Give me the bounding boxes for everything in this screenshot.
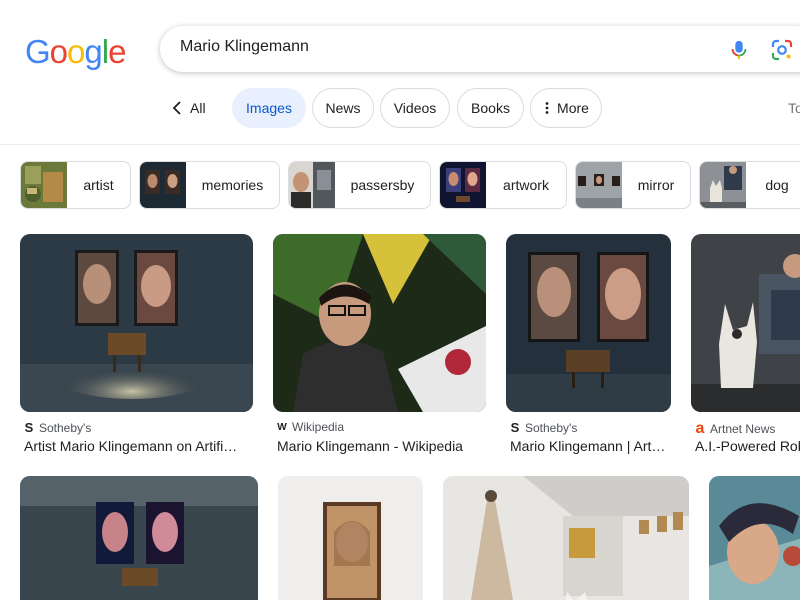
result-source[interactable]: a Artnet News <box>695 420 776 438</box>
refine-chip-artist[interactable]: artist <box>20 161 131 209</box>
thumbnail-artwork <box>440 162 486 208</box>
result-source[interactable]: W Wikipedia <box>277 420 344 434</box>
thumbnail-memories <box>140 162 186 208</box>
logo-letter: e <box>108 33 126 70</box>
tab-news[interactable]: News <box>312 88 374 128</box>
image-result[interactable]: a Artnet News A.I.-Powered Rob <box>691 234 800 464</box>
sothebys-favicon: S <box>510 420 520 435</box>
result-image[interactable] <box>273 234 486 412</box>
header-divider <box>0 144 800 145</box>
image-result[interactable] <box>443 476 689 600</box>
tab-all[interactable]: All <box>172 88 206 128</box>
result-title[interactable]: Artist Mario Klingemann on Artifi… <box>24 438 253 454</box>
source-name: Artnet News <box>710 422 776 436</box>
logo-letter: G <box>25 33 51 70</box>
image-result[interactable] <box>278 476 423 600</box>
result-image[interactable] <box>20 234 253 412</box>
source-name: Sotheby's <box>525 420 578 435</box>
wikipedia-favicon: W <box>277 421 287 433</box>
tab-images[interactable]: Images <box>232 88 306 128</box>
logo-letter: o <box>49 33 68 70</box>
tab-more-label: More <box>557 100 589 116</box>
refine-chip-dog[interactable]: dog <box>699 161 800 209</box>
chevron-left-icon <box>172 101 181 115</box>
tab-more[interactable]: More <box>530 88 602 128</box>
camera-search-icon[interactable] <box>770 38 794 62</box>
result-image[interactable] <box>506 234 671 412</box>
refine-chip-label: memories <box>201 177 264 193</box>
refine-chip-passersby[interactable]: passersby <box>288 161 431 209</box>
result-image[interactable] <box>278 476 423 600</box>
result-image[interactable] <box>443 476 689 600</box>
more-vert-icon <box>545 102 549 114</box>
refine-chip-mirror[interactable]: mirror <box>575 161 691 209</box>
refine-chip-label: artist <box>83 177 114 193</box>
tools-button[interactable]: To <box>788 100 800 116</box>
result-title[interactable]: Mario Klingemann | Art… <box>510 438 671 454</box>
refine-chip-label: passersby <box>350 177 415 193</box>
refine-chip-label: artwork <box>503 177 549 193</box>
thumbnail-dog <box>700 162 746 208</box>
image-result[interactable] <box>709 476 800 600</box>
tab-books[interactable]: Books <box>457 88 524 128</box>
search-tabs: All Images News Videos Books More To <box>0 88 800 128</box>
sothebys-favicon: S <box>24 420 34 435</box>
tab-videos[interactable]: Videos <box>380 88 450 128</box>
thumbnail-passersby <box>289 162 335 208</box>
search-input[interactable] <box>180 38 700 56</box>
google-logo[interactable]: Google <box>25 33 126 71</box>
result-title[interactable]: A.I.-Powered Rob <box>695 438 800 454</box>
tab-videos-label: Videos <box>393 100 437 116</box>
result-title[interactable]: Mario Klingemann - Wikipedia <box>277 438 486 454</box>
image-result[interactable]: W Wikipedia Mario Klingemann - Wikipedia <box>273 234 486 464</box>
tab-books-label: Books <box>471 100 510 116</box>
microphone-icon[interactable] <box>728 38 750 62</box>
refine-chip-label: mirror <box>637 177 675 193</box>
logo-letter: g <box>84 33 102 70</box>
image-result[interactable]: S Sotheby's Artist Mario Klingemann on Ar… <box>20 234 253 464</box>
refine-chip-memories[interactable]: memories <box>139 161 280 209</box>
result-source[interactable]: S Sotheby's <box>510 420 578 435</box>
refine-chip-artwork[interactable]: artwork <box>439 161 567 209</box>
image-result[interactable] <box>20 476 258 600</box>
result-image[interactable] <box>709 476 800 600</box>
artnet-favicon: a <box>695 420 705 437</box>
source-name: Sotheby's <box>39 420 92 435</box>
result-source[interactable]: S Sotheby's <box>24 420 92 435</box>
tab-all-label: All <box>190 100 206 116</box>
tab-images-label: Images <box>246 100 292 116</box>
result-image[interactable] <box>691 234 800 412</box>
thumbnail-mirror <box>576 162 622 208</box>
logo-letter: o <box>67 33 85 70</box>
image-result[interactable]: S Sotheby's Mario Klingemann | Art… <box>506 234 671 464</box>
thumbnail-artist <box>21 162 67 208</box>
tab-news-label: News <box>325 100 361 116</box>
result-image[interactable] <box>20 476 258 600</box>
refine-chip-label: dog <box>765 177 789 193</box>
source-name: Wikipedia <box>292 420 345 434</box>
search-box <box>160 26 800 72</box>
